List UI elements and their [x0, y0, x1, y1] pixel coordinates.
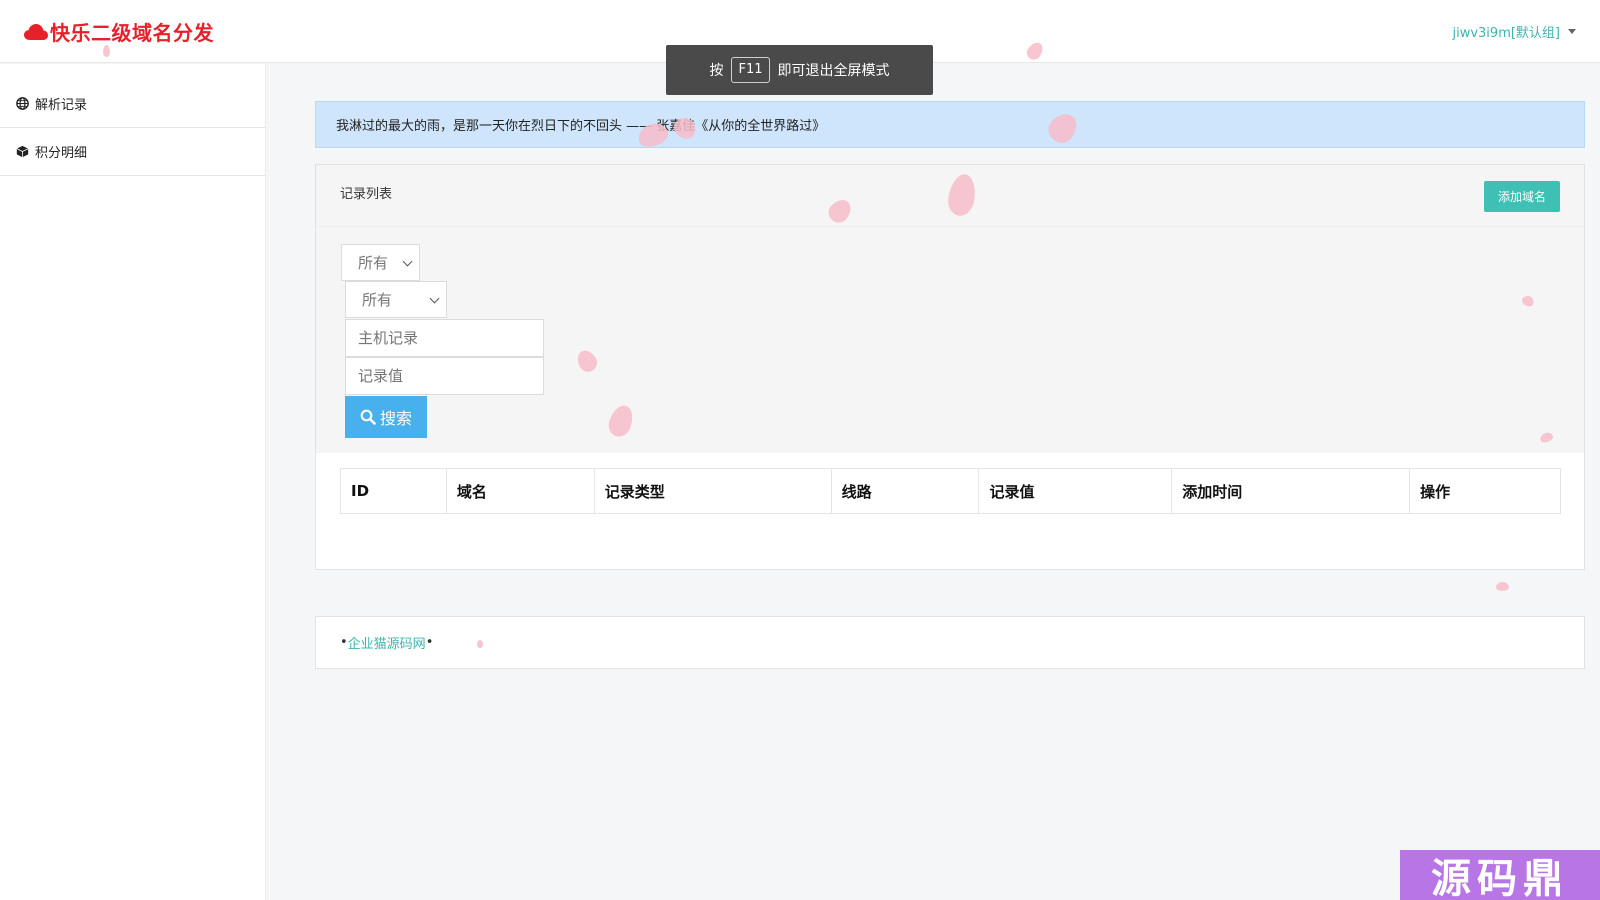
toast-suffix: 即可退出全屏模式: [777, 63, 890, 79]
quote-alert: 我淋过的最大的雨，是那一天你在烈日下的不回头 —— 张嘉佳《从你的全世界路过》: [315, 101, 1585, 148]
line-select[interactable]: 所有: [345, 281, 447, 318]
col-actions[interactable]: 操作: [1409, 468, 1561, 514]
search-button[interactable]: 搜索: [345, 396, 427, 438]
petal-decoration: [477, 640, 483, 648]
bullet-dot: •: [425, 635, 434, 650]
col-record-value[interactable]: 记录值: [978, 468, 1173, 514]
record-value-input[interactable]: [345, 357, 544, 395]
watermark-logo: 源码鼎: [1400, 850, 1600, 900]
toast-prefix: 按: [709, 63, 724, 79]
records-table: ID 域名 记录类型 线路 记录值 添加时间 操作: [340, 468, 1561, 514]
col-record-type[interactable]: 记录类型: [593, 468, 832, 514]
user-menu-dropdown[interactable]: jiwv3i9m[默认组]: [1452, 22, 1576, 41]
search-button-label: 搜索: [379, 411, 412, 428]
col-domain[interactable]: 域名: [445, 468, 595, 514]
caret-down-icon: [1568, 28, 1576, 34]
petal-decoration: [1496, 582, 1509, 591]
globe-icon: [16, 97, 29, 110]
filter-form: 所有 所有 搜索: [316, 227, 1584, 453]
footer-link[interactable]: 企业猫源码网: [348, 633, 426, 652]
quote-text: 我淋过的最大的雨，是那一天你在烈日下的不回头 —— 张嘉佳《从你的全世界路过》: [336, 119, 826, 134]
sidebar-item-label: 积分明细: [35, 146, 88, 161]
sidebar-item-points[interactable]: 积分明细: [0, 128, 265, 176]
add-domain-button[interactable]: 添加域名: [1483, 181, 1560, 212]
sidebar-item-label: 解析记录: [35, 98, 88, 113]
record-type-select[interactable]: 所有: [341, 244, 420, 281]
user-label: jiwv3i9m[默认组]: [1452, 25, 1560, 41]
cloud-icon: [24, 23, 48, 40]
search-icon: [360, 409, 376, 425]
records-panel: 记录列表 添加域名 所有 所有 搜索 ID 域名 记录类型: [315, 164, 1585, 570]
select-value: 所有: [362, 291, 393, 309]
col-line[interactable]: 线路: [830, 468, 980, 514]
select-value: 所有: [358, 254, 389, 272]
petal-decoration: [103, 45, 110, 57]
brand-title: 快乐二级域名分发: [50, 20, 214, 45]
panel-title: 记录列表: [340, 187, 393, 202]
footer-card: • 企业猫源码网 •: [315, 616, 1585, 669]
toast-key: F11: [731, 57, 770, 83]
sidebar-item-dns-records[interactable]: 解析记录: [0, 80, 265, 128]
col-id[interactable]: ID: [340, 468, 447, 514]
records-table-wrap: ID 域名 记录类型 线路 记录值 添加时间 操作: [316, 453, 1584, 514]
chevron-down-icon: [402, 256, 413, 267]
table-header-row: ID 域名 记录类型 线路 记录值 添加时间 操作: [340, 468, 1561, 514]
fullscreen-exit-toast: 按 F11 即可退出全屏模式: [666, 45, 933, 95]
cube-icon: [16, 145, 29, 158]
chevron-down-icon: [429, 293, 440, 304]
host-record-input[interactable]: [345, 319, 544, 357]
sidebar: 解析记录 积分明细: [0, 64, 266, 900]
col-added-time[interactable]: 添加时间: [1171, 468, 1411, 514]
bullet-dot: •: [340, 635, 348, 650]
brand[interactable]: 快乐二级域名分发: [24, 17, 214, 46]
